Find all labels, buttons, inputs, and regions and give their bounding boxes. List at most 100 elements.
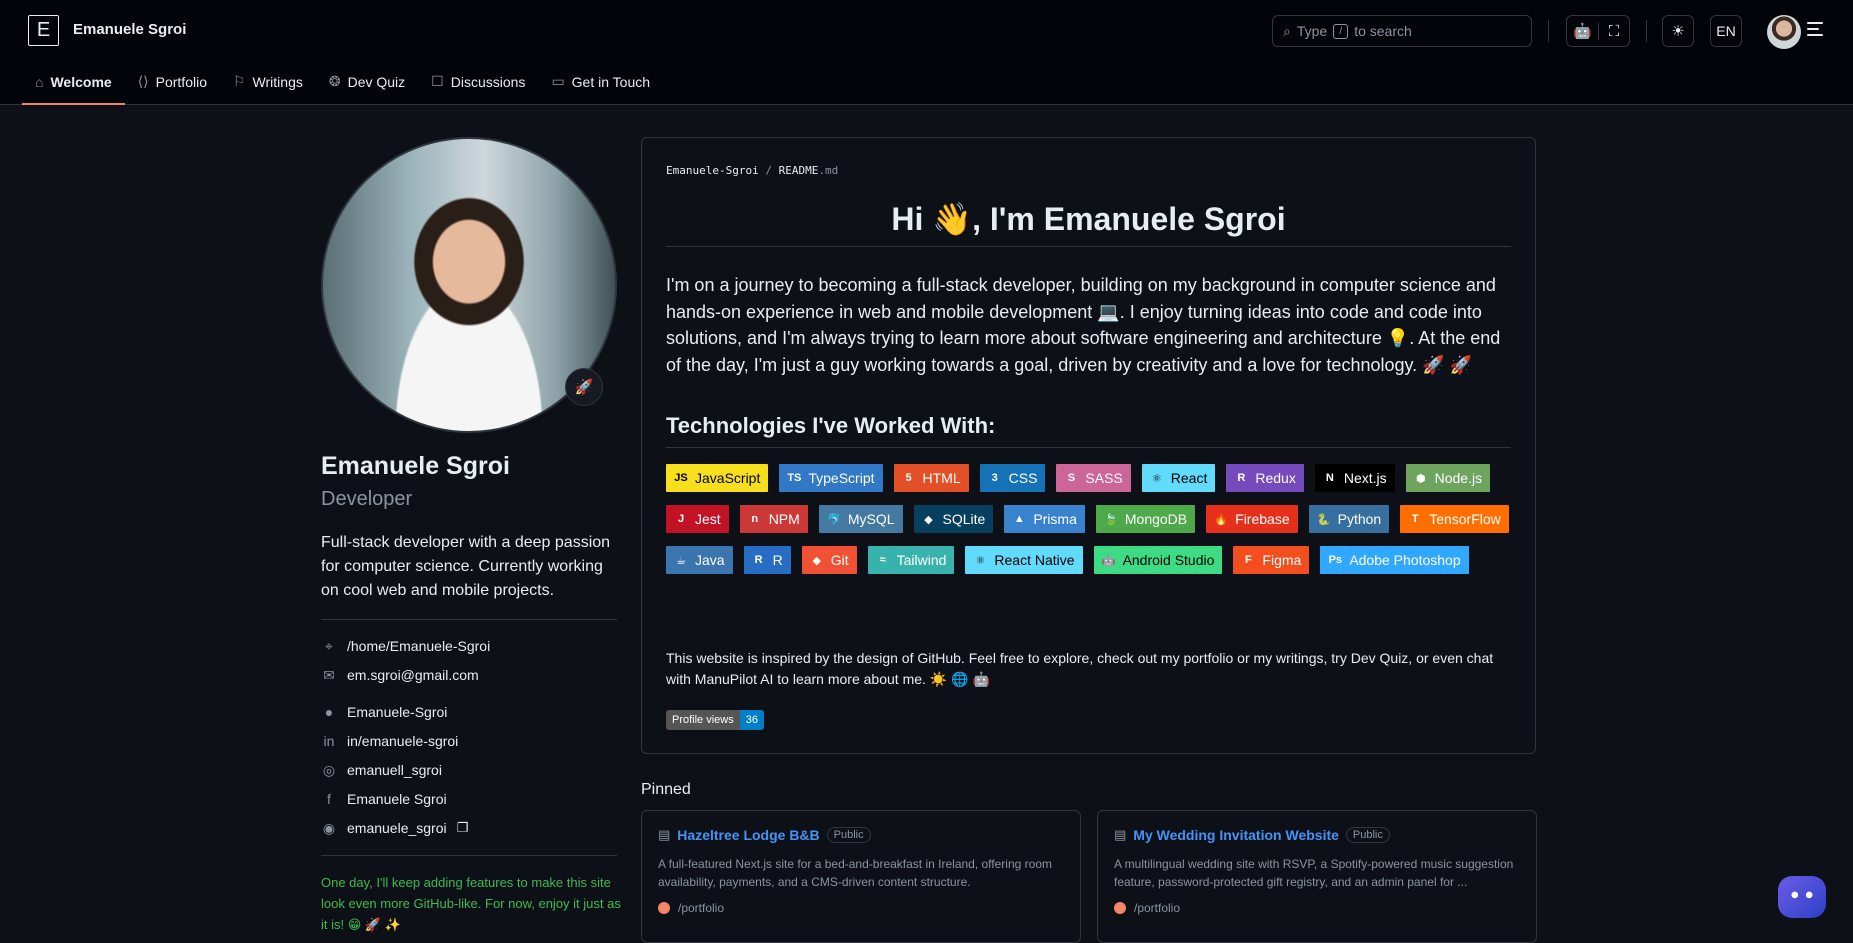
tech-logo-icon: ⚛ [975,554,986,567]
breadcrumb-ext: .md [818,164,839,177]
tech-logo-icon: ☕ [676,554,686,567]
fullscreen-icon[interactable]: ⛶ [1597,22,1629,40]
copilot-fullscreen-group: 🤖 ⛶ [1566,15,1630,47]
tech-logo-icon: ◆ [812,554,821,567]
tech-badge: ≈ Tailwind [867,546,955,574]
tech-badge-label: Figma [1262,552,1302,568]
visibility-badge: Public [826,827,871,843]
visibility-badge: Public [1345,827,1390,843]
nav-portfolio[interactable]: ⟨⟩ Portfolio [125,58,220,105]
divider [321,855,617,856]
tech-badge: 5 HTML [893,464,969,492]
tech-logo-icon: ▲ [1013,513,1025,525]
nav-writings[interactable]: ⚐ Writings [220,58,316,105]
location-row: ⌖ /home/Emanuele-Sgroi [321,638,491,655]
github-link[interactable]: Emanuele-Sgroi [347,704,447,720]
instagram-icon: ◎ [322,761,336,778]
tech-logo-icon: R [754,554,763,566]
instagram-row[interactable]: ◎ emanuell_sgroi [321,761,442,779]
tech-badge: ⚛ React Native [965,546,1083,574]
divider [1646,20,1647,42]
linkedin-row[interactable]: in in/emanuele-sgroi [321,733,459,749]
discord-row[interactable]: ◉ emanuele_sgroi ❐ [321,820,469,837]
profile-name: Emanuele Sgroi [321,452,510,480]
readme-heading: Hi 👋, I'm Emanuele Sgroi [666,200,1511,247]
pinned-card-path: /portfolio [678,901,725,915]
tech-badge-label: Java [695,552,725,568]
search-input[interactable]: ⌕ Type / to search [1272,15,1532,47]
linkedin-link[interactable]: in/emanuele-sgroi [347,733,458,749]
breadcrumb-user[interactable]: Emanuele-Sgroi [666,164,759,177]
tech-logo-icon: 🐬 [826,513,841,526]
tech-logo-icon: R [1237,472,1246,484]
tech-logo-icon: S [1067,472,1076,484]
tech-logo-icon: N [1325,472,1334,484]
profile-role: Developer [321,488,413,510]
tech-logo-icon: ⬢ [1415,472,1426,485]
discord-handle[interactable]: emanuele_sgroi [347,820,447,836]
theme-toggle-button[interactable]: ☀ [1662,15,1694,47]
home-icon: ⌂ [35,73,44,90]
search-placeholder: Type [1296,23,1328,39]
status-rocket-icon[interactable]: 🚀 [565,368,603,406]
divider [321,619,617,620]
site-logo[interactable]: E [28,15,59,46]
tech-badge-label: React Native [994,552,1075,568]
menu-icon[interactable] [1807,22,1825,38]
nav-dev-quiz[interactable]: ❂ Dev Quiz [316,58,418,105]
language-dot-icon [658,902,670,914]
repo-icon: ▤ [658,827,671,842]
tech-badge: TS TypeScript [779,464,883,492]
language-button[interactable]: EN [1710,15,1742,47]
profile-views-label: Profile views [666,710,740,730]
github-row[interactable]: ● Emanuele-Sgroi [321,704,448,720]
mail-icon: ✉ [323,666,335,683]
tech-badge-label: TensorFlow [1429,511,1501,527]
email-text[interactable]: em.sgroi@gmail.com [347,667,479,683]
tech-badge: F Figma [1233,546,1310,574]
facebook-icon: f [327,791,331,807]
tech-logo-icon: ◆ [924,513,933,526]
tech-badge: ☕ Java [666,546,733,574]
nav-discussions[interactable]: ☐ Discussions [418,58,538,105]
repo-icon: ▤ [1114,827,1127,842]
tech-badge-label: R [772,552,783,568]
email-row[interactable]: ✉ em.sgroi@gmail.com [321,666,479,684]
tech-badge: RR [743,546,791,574]
breadcrumb-file: README [778,164,819,177]
pinned-card-title[interactable]: My Wedding Invitation Website [1133,827,1339,843]
tech-badge: 🐬 MySQL [818,505,903,533]
location-text: /home/Emanuele-Sgroi [347,638,491,654]
tech-badge: J Jest [666,505,729,533]
user-avatar[interactable] [1767,15,1801,49]
tech-badge: 🐍 Python [1308,505,1390,533]
tech-badge-label: Git [830,552,849,568]
pinned-card-title[interactable]: Hazeltree Lodge B&B [677,827,819,843]
instagram-link[interactable]: emanuell_sgroi [347,762,442,778]
tech-badge-label: Next.js [1343,470,1387,486]
tech-badge-label: SQLite [942,511,986,527]
tech-badge-label: Node.js [1434,470,1483,486]
facebook-link[interactable]: Emanuele Sgroi [347,791,447,807]
tech-badge-label: SASS [1085,470,1123,486]
tech-badge-label: HTML [922,470,961,486]
tech-logo-icon: Ps [1328,554,1343,566]
nav-welcome[interactable]: ⌂ Welcome [22,58,125,105]
search-suffix: to search [1354,23,1412,39]
tech-badge: S SASS [1056,464,1131,492]
copy-icon[interactable]: ❐ [457,820,469,836]
tech-logo-icon: 🔥 [1214,513,1228,526]
copilot-icon[interactable]: 🤖 [1567,22,1598,40]
tech-logo-icon: n [751,513,759,525]
tech-badge-label: CSS [1008,470,1038,486]
comments-icon: ☐ [431,73,444,89]
tech-badge: 🤖 Android Studio [1093,546,1223,574]
chatbot-robot-icon[interactable] [1778,876,1826,918]
brand-name[interactable]: Emanuele Sgroi [73,21,186,38]
pinned-card-description: A multilingual wedding site with RSVP, a… [1114,857,1514,889]
pinned-heading: Pinned [641,781,691,798]
tech-badge-label: Tailwind [896,552,947,568]
nav-get-in-touch[interactable]: ▭ Get in Touch [538,58,663,105]
facebook-row[interactable]: f Emanuele Sgroi [321,791,447,807]
tech-badge-label: Python [1337,511,1382,527]
